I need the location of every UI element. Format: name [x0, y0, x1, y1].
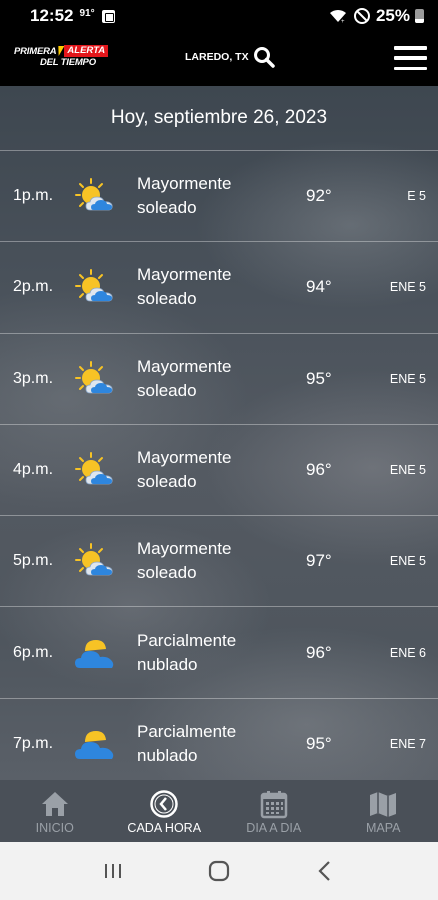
- status-temp: 91°: [79, 7, 95, 19]
- hour-condition: Mayormente soleado: [137, 172, 287, 220]
- condition-line1: Mayormente: [137, 174, 232, 194]
- recent-apps-icon[interactable]: [98, 856, 128, 886]
- condition-line1: Mayormente: [137, 356, 232, 376]
- hour-condition: Mayormente soleado: [137, 355, 287, 403]
- hour-wind: ENE 5: [389, 463, 426, 478]
- condition-line1: Mayormente: [137, 539, 232, 559]
- hour-row[interactable]: 1p.m. Mayormente soleado 92° E 5: [0, 151, 438, 243]
- hour-condition: Parcialmente nublado: [137, 629, 287, 677]
- logo-primera-text: PRIMERA: [14, 45, 57, 57]
- hour-temp: 97°: [306, 551, 332, 571]
- hour-condition: Mayormente soleado: [137, 446, 287, 494]
- hour-time: 4p.m.: [13, 461, 54, 479]
- home-button-icon[interactable]: [204, 856, 234, 886]
- hour-wind: ENE 5: [389, 280, 426, 295]
- status-bar: 12:52 91° + 25%: [0, 0, 438, 32]
- condition-line1: Parcialmente: [137, 630, 237, 650]
- battery-icon: [415, 9, 424, 23]
- hour-row[interactable]: 2p.m. Mayormente soleado 94° ENE 5: [0, 242, 438, 334]
- wifi-icon: +: [329, 9, 346, 24]
- hour-row[interactable]: 6p.m. Parcialmente nublado 96° ENE 6: [0, 607, 438, 699]
- tab-label: CADA HORA: [127, 821, 202, 835]
- hour-temp: 92°: [306, 186, 332, 206]
- hour-time: 6p.m.: [13, 643, 54, 661]
- hour-row[interactable]: 5p.m. Mayormente soleado 97° ENE 5: [0, 516, 438, 608]
- home-icon: [41, 792, 68, 816]
- system-nav-bar: [0, 842, 438, 900]
- logo-del-tiempo-text: DEL TIEMPO: [40, 57, 96, 68]
- hour-temp: 96°: [306, 642, 332, 662]
- hour-list: 1p.m. Mayormente soleado 92° E 5 2p.m. M…: [0, 151, 438, 780]
- condition-line1: Mayormente: [137, 448, 232, 468]
- status-time: 12:52: [30, 6, 74, 25]
- partly-cloudy-icon: [74, 725, 116, 763]
- bottom-tab-bar: INICIO CADA HORA DIA A DIA MAPA: [0, 780, 438, 842]
- map-icon: [370, 792, 397, 817]
- hour-row[interactable]: 4p.m. Mayormente soleado 96° ENE 5: [0, 425, 438, 517]
- logo-alerta-text: ALERTA: [64, 45, 109, 57]
- condition-line1: Mayormente: [137, 265, 232, 285]
- hour-row[interactable]: 3p.m. Mayormente soleado 95° ENE 5: [0, 334, 438, 425]
- condition-line2: nublado: [137, 745, 198, 765]
- app-header: PRIMERA ALERTA DEL TIEMPO LAREDO, TX: [0, 32, 438, 86]
- tab-mapa[interactable]: MAPA: [329, 780, 438, 842]
- hour-wind: ENE 7: [389, 736, 426, 751]
- hour-temp: 95°: [306, 733, 332, 753]
- sun-cloud-icon: [74, 360, 116, 398]
- hour-time: 1p.m.: [13, 187, 54, 205]
- hour-wind: E 5: [407, 189, 426, 204]
- hour-wind: ENE 5: [389, 554, 426, 569]
- condition-line2: nublado: [137, 654, 198, 674]
- tab-label: MAPA: [366, 821, 401, 835]
- sun-cloud-icon: [74, 268, 116, 306]
- tab-label: INICIO: [35, 821, 74, 835]
- search-icon[interactable]: [253, 46, 275, 68]
- sun-cloud-icon: [74, 542, 116, 580]
- tab-cada-hora[interactable]: CADA HORA: [110, 780, 220, 842]
- condition-line2: soleado: [137, 472, 197, 492]
- hour-condition: Mayormente soleado: [137, 263, 287, 311]
- sun-cloud-icon: [74, 177, 116, 215]
- tab-inicio[interactable]: INICIO: [0, 780, 110, 842]
- hour-time: 7p.m.: [13, 734, 54, 752]
- tab-dia-a-dia[interactable]: DIA A DIA: [219, 780, 329, 842]
- clock-icon: [150, 790, 178, 818]
- condition-line2: soleado: [137, 289, 197, 309]
- svg-text:+: +: [341, 19, 345, 24]
- hour-temp: 95°: [306, 368, 332, 388]
- hour-time: 2p.m.: [13, 278, 54, 296]
- hamburger-menu-icon[interactable]: [394, 46, 427, 70]
- hour-wind: ENE 6: [389, 645, 426, 660]
- condition-line2: soleado: [137, 380, 197, 400]
- back-icon[interactable]: [310, 856, 340, 886]
- date-title: Hoy, septiembre 26, 2023: [0, 86, 438, 151]
- notification-icon: [101, 9, 115, 23]
- partly-cloudy-icon: [74, 634, 116, 672]
- hour-temp: 96°: [306, 460, 332, 480]
- hour-temp: 94°: [306, 277, 332, 297]
- condition-line2: soleado: [137, 198, 197, 218]
- hour-time: 3p.m.: [13, 369, 54, 387]
- condition-line1: Parcialmente: [137, 721, 237, 741]
- status-right: + 25%: [328, 6, 424, 26]
- app-logo[interactable]: PRIMERA ALERTA DEL TIEMPO: [14, 45, 110, 71]
- hour-condition: Mayormente soleado: [137, 537, 287, 585]
- location-label[interactable]: LAREDO, TX: [185, 51, 249, 63]
- tab-label: DIA A DIA: [246, 821, 302, 835]
- hour-row[interactable]: 7p.m. Parcialmente nublado 95° ENE 7: [0, 699, 438, 780]
- calendar-icon: [260, 791, 287, 819]
- condition-line2: soleado: [137, 563, 197, 583]
- sun-cloud-icon: [74, 451, 116, 489]
- hourly-forecast[interactable]: Hoy, septiembre 26, 2023 1p.m. Mayorment…: [0, 86, 438, 780]
- battery-percent: 25%: [375, 6, 410, 25]
- hour-condition: Parcialmente nublado: [137, 720, 287, 768]
- hour-time: 5p.m.: [13, 552, 54, 570]
- hour-wind: ENE 5: [389, 371, 426, 386]
- do-not-disturb-icon: [353, 8, 370, 24]
